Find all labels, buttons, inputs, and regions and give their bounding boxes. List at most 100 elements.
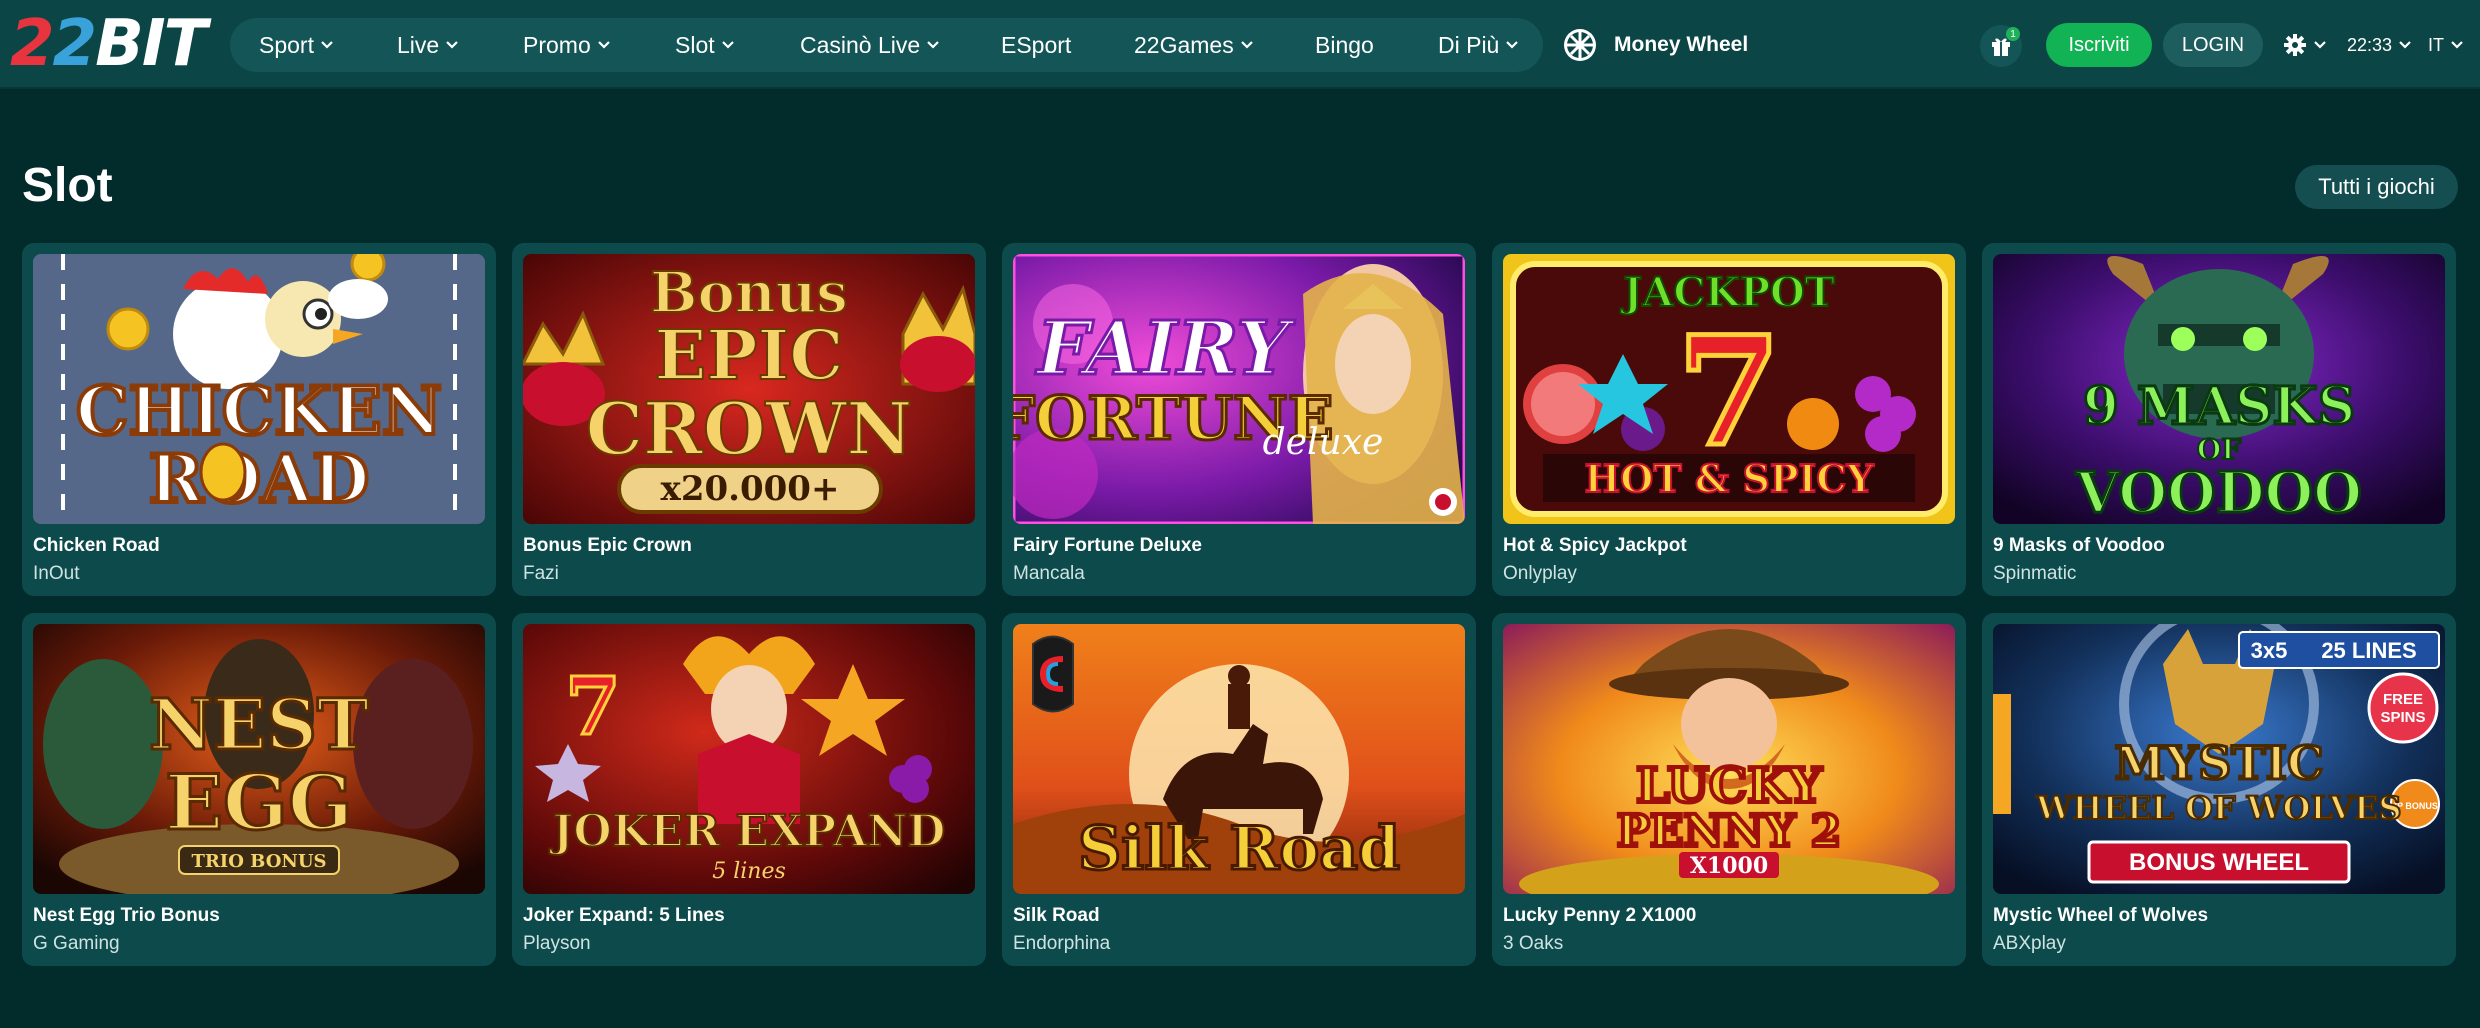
- game-provider: Fazi: [523, 563, 559, 584]
- game-art-title: FAIRY: [1035, 306, 1295, 392]
- chevron-down-icon: [2313, 38, 2327, 52]
- game-art-title: WHEEL OF WOLVES: [2035, 789, 2401, 827]
- time-dropdown[interactable]: 22:33: [2347, 30, 2412, 60]
- game-art-title: MYSTIC: [2114, 736, 2323, 790]
- top-header: 2 2 BIT Sport Live Promo Slot Casinò Liv…: [0, 0, 2480, 89]
- game-title: Joker Expand: 5 Lines: [523, 905, 725, 926]
- money-wheel-label: Money Wheel: [1614, 33, 1749, 56]
- nav-label: Promo: [523, 31, 591, 58]
- game-art-title: NEST: [149, 683, 369, 766]
- register-button[interactable]: Iscriviti: [2046, 23, 2152, 67]
- wheel-icon: [1564, 29, 1596, 61]
- game-thumbnail[interactable]: 9 MASKS OF VOODOO: [1993, 254, 2445, 524]
- logo-digit-1: 2: [10, 7, 55, 81]
- game-title: 9 Masks of Voodoo: [1993, 535, 2165, 556]
- gift-count-badge: 1: [2006, 27, 2020, 41]
- nav-label: Live: [397, 31, 440, 58]
- game-thumbnail[interactable]: 3x5 25 LINES FREE SPINS JP BONUS MYSTIC …: [1993, 624, 2445, 894]
- game-art-title: EPIC: [655, 316, 844, 396]
- game-card-mystic-wheel[interactable]: 3x5 25 LINES FREE SPINS JP BONUS MYSTIC …: [1982, 613, 2456, 966]
- site-logo[interactable]: 2 2 BIT: [10, 7, 207, 81]
- money-wheel-link[interactable]: Money Wheel: [1562, 26, 1748, 64]
- gift-button[interactable]: 1: [1980, 25, 2022, 67]
- nav-label: Sport: [259, 31, 314, 58]
- game-card-chicken-road[interactable]: CHICKEN ROAD Chicken Road InOut: [22, 243, 496, 596]
- svg-text:7: 7: [565, 659, 621, 753]
- chevron-down-icon: [721, 38, 735, 52]
- game-art-title: deluxe: [1263, 422, 1384, 463]
- game-thumbnail[interactable]: NEST EGG TRIO BONUS: [33, 624, 485, 894]
- game-art-title: EGG: [165, 758, 353, 847]
- nav-sport[interactable]: Sport: [259, 18, 334, 72]
- nav-esport[interactable]: ESport: [1001, 18, 1071, 72]
- game-thumbnail[interactable]: FAIRY FORTUNE deluxe: [1013, 254, 1465, 524]
- game-art-title: CROWN: [586, 386, 913, 471]
- chevron-down-icon: [926, 38, 940, 52]
- nav-casino-live[interactable]: Casinò Live: [800, 18, 940, 72]
- game-title: Fairy Fortune Deluxe: [1013, 535, 1202, 556]
- login-button[interactable]: LOGIN: [2163, 23, 2263, 67]
- all-games-button[interactable]: Tutti i giochi: [2295, 165, 2458, 209]
- nav-live[interactable]: Live: [397, 18, 459, 72]
- game-card-nest-egg[interactable]: NEST EGG TRIO BONUS Nest Egg Trio Bonus …: [22, 613, 496, 966]
- game-card-silk-road[interactable]: Silk Road Silk Road Endorphina: [1002, 613, 1476, 966]
- nav-label: Casinò Live: [800, 31, 921, 58]
- game-thumbnail[interactable]: 7 JOKER EXPAND 5 lines: [523, 624, 975, 894]
- nav-label: 22Games: [1134, 31, 1234, 58]
- main-nav: Sport Live Promo Slot Casinò Live ESport…: [230, 18, 1543, 72]
- game-art-title: HOT & SPICY: [1584, 456, 1874, 501]
- language-dropdown[interactable]: IT: [2428, 30, 2464, 60]
- game-art-title: PENNY 2: [1617, 806, 1841, 857]
- game-art-title: JOKER EXPAND: [549, 806, 946, 857]
- chevron-down-icon: [1505, 38, 1519, 52]
- game-provider: Endorphina: [1013, 933, 1111, 954]
- game-thumbnail[interactable]: CHICKEN ROAD: [33, 254, 485, 524]
- game-art-title: VOODOO: [2075, 460, 2362, 524]
- game-title: Lucky Penny 2 X1000: [1503, 905, 1697, 926]
- game-card-fairy-fortune[interactable]: FAIRY FORTUNE deluxe Fairy Fortune Delux…: [1002, 243, 1476, 596]
- game-card-joker-expand[interactable]: 7 JOKER EXPAND 5 lines Joker Expand: 5 L…: [512, 613, 986, 966]
- game-title: Silk Road: [1013, 905, 1100, 926]
- game-card-9-masks[interactable]: 9 MASKS OF VOODOO 9 Masks of Voodoo Spin…: [1982, 243, 2456, 596]
- nav-promo[interactable]: Promo: [523, 18, 611, 72]
- game-thumbnail[interactable]: Silk Road: [1013, 624, 1465, 894]
- game-title: Chicken Road: [33, 535, 160, 556]
- nav-22games[interactable]: 22Games: [1134, 18, 1254, 72]
- game-art-title: ROAD: [149, 440, 370, 518]
- game-card-hot-spicy[interactable]: JACKPOT 7 HOT & SPICY Hot & Spicy Jackpo…: [1492, 243, 1966, 596]
- game-art-title: SPINS: [2380, 709, 2425, 726]
- game-thumbnail[interactable]: Bonus EPIC CROWN x20.000+: [523, 254, 975, 524]
- game-art-title: 5 lines: [712, 859, 786, 884]
- chevron-down-icon: [320, 38, 334, 52]
- nav-label: ESport: [1001, 31, 1072, 58]
- game-provider: Playson: [523, 933, 591, 954]
- clock-time: 22:33: [2347, 34, 2393, 55]
- game-art-title: 3x5: [2251, 638, 2288, 663]
- chevron-down-icon: [2398, 38, 2412, 52]
- chevron-down-icon: [1240, 38, 1254, 52]
- chevron-down-icon: [597, 38, 611, 52]
- game-provider: Onlyplay: [1503, 563, 1577, 584]
- game-thumbnail[interactable]: LUCKY PENNY 2 X1000: [1503, 624, 1955, 894]
- game-provider: 3 Oaks: [1503, 933, 1564, 954]
- game-provider: Spinmatic: [1993, 563, 2077, 584]
- nav-label: Bingo: [1315, 31, 1374, 58]
- game-card-lucky-penny[interactable]: LUCKY PENNY 2 X1000 Lucky Penny 2 X1000 …: [1492, 613, 1966, 966]
- game-art-title: 25 LINES: [2321, 638, 2416, 663]
- logo-text: BIT: [95, 7, 207, 81]
- game-provider: G Gaming: [33, 933, 120, 954]
- game-art-title: Silk Road: [1078, 814, 1400, 884]
- game-thumbnail[interactable]: JACKPOT 7 HOT & SPICY: [1503, 254, 1955, 524]
- game-art-title: X1000: [1690, 853, 1768, 879]
- svg-text:7: 7: [1677, 304, 1781, 480]
- logo-digit-2: 2: [52, 7, 98, 81]
- nav-slot[interactable]: Slot: [675, 18, 735, 72]
- game-card-bonus-epic-crown[interactable]: Bonus EPIC CROWN x20.000+ Bonus Epic Cro…: [512, 243, 986, 596]
- chevron-down-icon: [445, 38, 459, 52]
- game-provider: Mancala: [1013, 563, 1085, 584]
- settings-dropdown[interactable]: [2283, 30, 2327, 60]
- section-title: Slot: [22, 159, 113, 212]
- nav-more[interactable]: Di Più: [1438, 18, 1519, 72]
- nav-bingo[interactable]: Bingo: [1315, 18, 1374, 72]
- game-title: Bonus Epic Crown: [523, 535, 692, 556]
